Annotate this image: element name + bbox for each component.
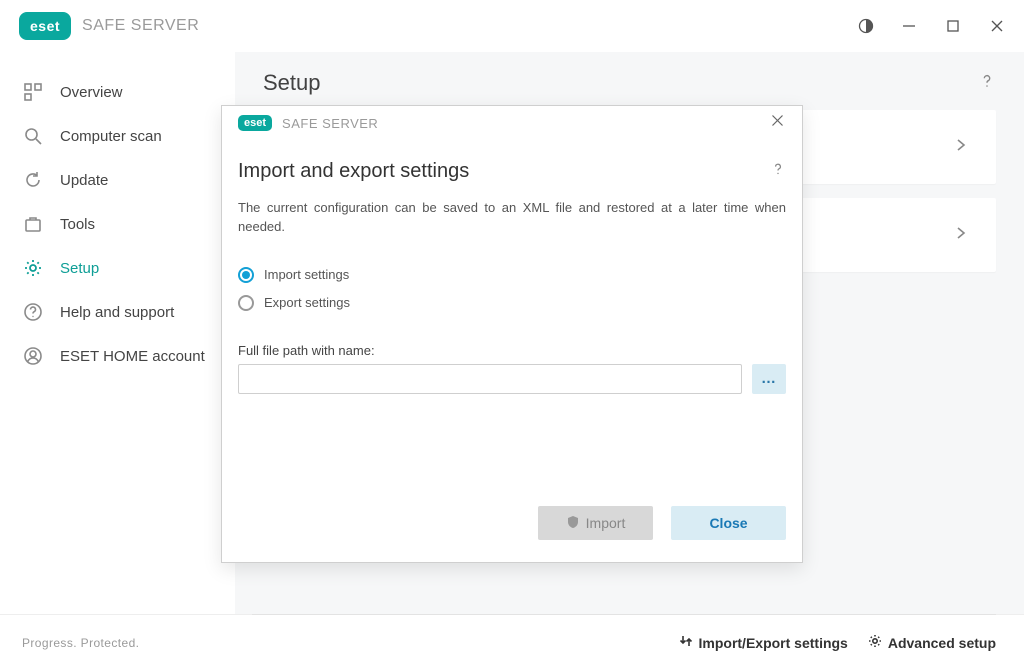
import-export-modal: eset SAFE SERVER Import and export setti… [221,105,803,563]
modal-header: Import and export settings [222,140,802,195]
sidebar-item-home-account[interactable]: ESET HOME account [0,334,235,378]
product-name: SAFE SERVER [282,116,378,131]
footer: Progress. Protected. Import/Export setti… [0,614,1024,670]
radio-icon [238,295,254,311]
radio-label: Import settings [264,267,349,282]
file-path-row: … [238,364,786,394]
footer-divider [252,614,996,615]
gear-icon [868,634,882,651]
sidebar-item-overview[interactable]: Overview [0,70,235,114]
radio-import-settings[interactable]: Import settings [238,261,786,289]
gear-icon [22,257,44,279]
modal-title-left: eset SAFE SERVER [238,115,378,131]
sidebar: Overview Computer scan Update Tools Setu… [0,52,235,614]
chevron-right-icon [954,138,968,157]
sidebar-item-update[interactable]: Update [0,158,235,202]
sidebar-item-scan[interactable]: Computer scan [0,114,235,158]
help-icon [22,301,44,323]
sidebar-item-label: Help and support [60,304,174,321]
user-icon [22,345,44,367]
file-path-label: Full file path with name: [238,343,786,358]
contrast-icon[interactable] [858,18,878,34]
tools-icon [22,213,44,235]
import-export-link[interactable]: Import/Export settings [679,634,848,651]
modal-actions: Import Close [222,496,802,562]
product-name: SAFE SERVER [82,17,199,35]
minimize-icon[interactable] [902,19,922,33]
modal-heading: Import and export settings [238,160,469,183]
button-label: Import [586,515,626,531]
radio-icon [238,267,254,283]
import-export-icon [679,634,693,651]
sidebar-item-label: Setup [60,260,99,277]
close-icon[interactable] [767,110,788,136]
search-icon [22,125,44,147]
sidebar-item-label: Computer scan [60,128,162,145]
refresh-icon [22,169,44,191]
shield-icon [566,515,580,532]
radio-label: Export settings [264,295,350,310]
radio-export-settings[interactable]: Export settings [238,289,786,317]
help-icon[interactable] [770,161,786,182]
footer-link-label: Import/Export settings [699,635,848,651]
titlebar: eset SAFE SERVER [0,0,1024,52]
sidebar-item-label: Overview [60,84,123,101]
sidebar-item-label: Update [60,172,108,189]
browse-button[interactable]: … [752,364,786,394]
footer-link-label: Advanced setup [888,635,996,651]
page-title: Setup [263,70,321,96]
maximize-icon[interactable] [946,19,966,33]
close-button[interactable]: Close [671,506,786,540]
sidebar-item-label: ESET HOME account [60,348,205,365]
import-button[interactable]: Import [538,506,653,540]
sidebar-item-label: Tools [60,216,95,233]
sidebar-item-tools[interactable]: Tools [0,202,235,246]
footer-links: Import/Export settings Advanced setup [679,634,997,651]
eset-logo: eset [238,115,272,131]
close-icon[interactable] [990,19,1010,33]
help-icon[interactable] [978,72,996,95]
sidebar-item-setup[interactable]: Setup [0,246,235,290]
file-path-input[interactable] [238,364,742,394]
window-controls [858,18,1010,34]
modal-body: The current configuration can be saved t… [222,195,802,496]
modal-description: The current configuration can be saved t… [238,199,786,237]
dashboard-icon [22,81,44,103]
advanced-setup-link[interactable]: Advanced setup [868,634,996,651]
chevron-right-icon [954,226,968,245]
sidebar-item-help[interactable]: Help and support [0,290,235,334]
tagline: Progress. Protected. [22,636,139,650]
eset-logo: eset [20,13,70,39]
title-left: eset SAFE SERVER [20,13,199,39]
modal-titlebar: eset SAFE SERVER [222,106,802,140]
content-header: Setup [263,70,996,96]
